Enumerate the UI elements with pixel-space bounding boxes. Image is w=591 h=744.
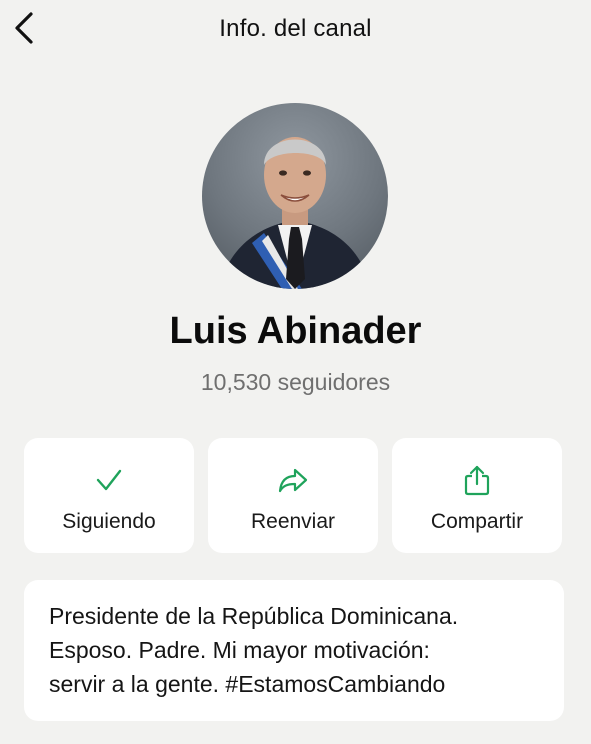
share-label: Compartir: [430, 510, 524, 533]
action-buttons: Siguiendo Reenviar Compartir: [24, 438, 564, 553]
share-button[interactable]: Compartir: [392, 438, 562, 553]
following-button[interactable]: Siguiendo: [24, 438, 194, 553]
forward-arrow-icon: [277, 464, 309, 496]
forward-button[interactable]: Reenviar: [208, 438, 378, 553]
description-line: Presidente de la República Dominicana.: [49, 603, 459, 629]
channel-avatar[interactable]: [202, 103, 388, 289]
following-label: Siguiendo: [62, 510, 156, 533]
description-line: Esposo. Padre. Mi mayor motivación:: [49, 637, 430, 663]
person-portrait: [220, 137, 370, 289]
checkmark-icon: [93, 464, 125, 496]
forward-label: Reenviar: [250, 510, 336, 533]
channel-name: Luis Abinader: [169, 310, 422, 352]
top-bar: Info. del canal: [0, 0, 591, 58]
channel-description-card: Presidente de la República Dominicana. E…: [24, 580, 564, 721]
share-icon: [461, 464, 493, 496]
channel-description: Presidente de la República Dominicana. E…: [49, 599, 549, 701]
description-line: servir a la gente. #EstamosCambiando: [49, 671, 446, 697]
followers-count: 10,530 seguidores: [200, 369, 391, 395]
page-title: Info. del canal: [219, 15, 372, 42]
